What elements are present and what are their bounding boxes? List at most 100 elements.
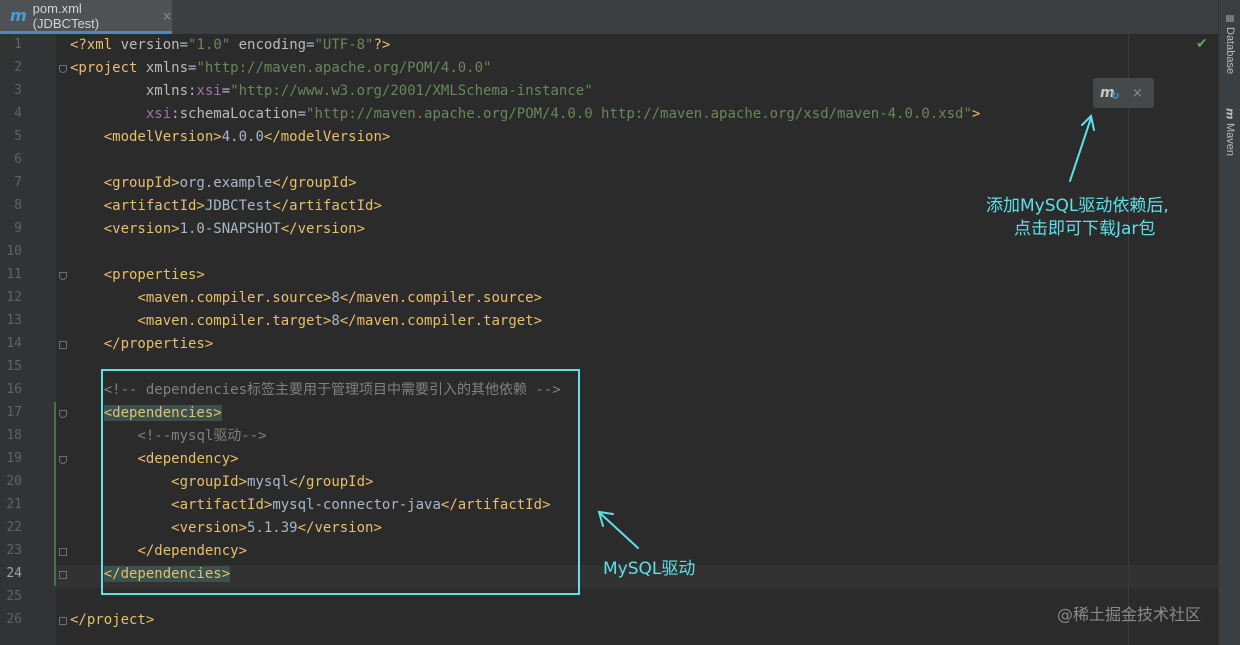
code-token: JDBCTest (204, 198, 273, 214)
code-token: = (221, 83, 231, 99)
dependencies-highlight-box (101, 369, 580, 595)
maven-icon: m (1223, 108, 1237, 120)
code-token: xsi (196, 83, 222, 99)
code-token: "http://maven.apache.org/POM/4.0.0" (196, 60, 492, 76)
code-token: 8 (331, 290, 340, 306)
code-line[interactable]: <version>1.0-SNAPSHOT</version> (70, 218, 365, 241)
code-token: <version> (103, 221, 180, 237)
code-line[interactable]: xmlns:xsi="http://www.w3.org/2001/XMLSch… (70, 80, 593, 103)
code-line[interactable]: <groupId>org.example</groupId> (70, 172, 357, 195)
code-token: "http://www.w3.org/2001/XMLSchema-instan… (230, 83, 593, 99)
line-number: 6 (14, 152, 22, 167)
fold-marker[interactable] (59, 456, 67, 464)
code-token: <?xml (70, 37, 121, 53)
code-line[interactable]: <properties> (70, 264, 205, 287)
code-token: </version> (280, 221, 366, 237)
code-line[interactable]: </project> (70, 609, 154, 632)
line-number: 18 (6, 428, 22, 443)
code-token: schemaLocation (179, 106, 298, 122)
fold-marker[interactable] (59, 272, 67, 280)
line-number: 12 (6, 290, 22, 305)
code-token: </artifactId> (272, 198, 382, 214)
vcs-change-marker (54, 402, 56, 586)
code-token: </maven.compiler.target> (339, 313, 543, 329)
code-line[interactable]: <?xml version="1.0" encoding="UTF-8"?> (70, 34, 390, 57)
database-label: Database (1224, 27, 1236, 75)
code-token: </properties> (103, 336, 214, 352)
code-token: "http://maven.apache.org/POM/4.0.0 http:… (306, 106, 972, 122)
code-token: <artifactId> (103, 198, 205, 214)
annotation-download-jar-line1: 添加MySQL驱动依赖后, (986, 196, 1169, 216)
code-token: <groupId> (103, 175, 180, 191)
code-line[interactable]: <maven.compiler.source>8</maven.compiler… (70, 287, 542, 310)
code-token: org.example (179, 175, 273, 191)
code-line[interactable]: <project xmlns="http://maven.apache.org/… (70, 57, 491, 80)
maven-reload-icon[interactable]: m ↻ (1100, 85, 1122, 102)
code-token: <project (70, 60, 146, 76)
code-line[interactable]: <maven.compiler.target>8</maven.compiler… (70, 310, 542, 333)
line-number: 5 (14, 129, 22, 144)
editor-tab-bar: m pom.xml (JDBCTest) × (0, 0, 1218, 35)
close-icon[interactable]: × (162, 9, 172, 23)
fold-marker[interactable] (59, 617, 67, 625)
code-token: 4.0.0 (221, 129, 264, 145)
code-line[interactable]: </properties> (70, 333, 214, 356)
line-number: 2 (14, 60, 22, 75)
code-token: <modelVersion> (103, 129, 222, 145)
database-icon: ≣ (1223, 14, 1237, 24)
check-icon: ✔ (1196, 36, 1208, 52)
fold-marker[interactable] (59, 571, 67, 579)
code-token: encoding (230, 37, 307, 53)
code-token: </project> (70, 612, 155, 628)
fold-marker[interactable] (59, 410, 67, 418)
watermark: @稀土掘金技术社区 (1057, 605, 1202, 624)
line-number: 19 (6, 451, 22, 466)
line-number: 20 (6, 474, 22, 489)
code-line[interactable]: <artifactId>JDBCTest</artifactId> (70, 195, 382, 218)
code-token: ?> (373, 37, 391, 53)
line-number: 24 (6, 566, 22, 581)
line-number: 14 (6, 336, 22, 351)
code-token: </modelVersion> (263, 129, 391, 145)
code-token: : (171, 106, 180, 122)
line-number: 4 (14, 106, 22, 121)
code-token: xmlns (145, 83, 189, 99)
close-icon[interactable]: × (1132, 86, 1143, 101)
line-number: 21 (6, 497, 22, 512)
code-token: <maven.compiler.target> (137, 313, 332, 329)
fold-marker[interactable] (59, 65, 67, 73)
code-token: xsi (145, 106, 172, 122)
database-tool-button[interactable]: ≣ Database (1221, 14, 1239, 74)
fold-marker[interactable] (59, 341, 67, 349)
maven-tool-button[interactable]: m Maven (1221, 108, 1239, 157)
line-number: 25 (6, 589, 22, 604)
code-token: <maven.compiler.source> (137, 290, 332, 306)
code-token: = (179, 37, 189, 53)
fold-marker[interactable] (59, 548, 67, 556)
line-number: 15 (6, 359, 22, 374)
right-tool-sidebar: ≣ Database m Maven (1218, 0, 1240, 645)
code-token: 1.0-SNAPSHOT (179, 221, 281, 237)
annotation-mysql-driver: MySQL驱动 (603, 559, 696, 579)
code-line[interactable]: <modelVersion>4.0.0</modelVersion> (70, 126, 391, 149)
code-line[interactable]: xsi:schemaLocation="http://maven.apache.… (70, 103, 981, 126)
line-number: 3 (14, 83, 22, 98)
code-token: > (971, 106, 981, 122)
tab-pom-xml[interactable]: m pom.xml (JDBCTest) × (0, 0, 172, 34)
line-number-gutter[interactable]: 1 2 3 4 5 6 7 8 9 10 11 12 13 14 15 16 17 18 19 20 21 22 23 24 2… (0, 34, 56, 645)
line-number: 13 (6, 313, 22, 328)
maven-label: Maven (1224, 123, 1236, 157)
maven-icon: m (10, 6, 27, 25)
line-number: 16 (6, 382, 22, 397)
line-number: 11 (6, 267, 22, 282)
